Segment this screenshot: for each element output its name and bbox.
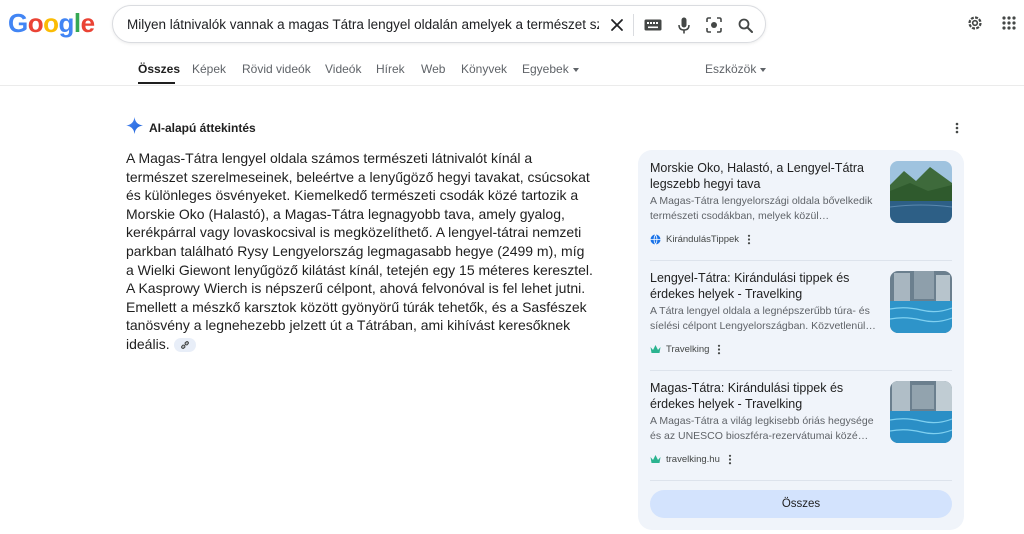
source-title[interactable]: Morskie Oko, Halastó, a Lengyel-Tátra le… [650, 160, 880, 192]
ai-overview-title: AI-alapú áttekintés [149, 121, 256, 135]
source-title[interactable]: Lengyel-Tátra: Kirándulási tippek és érd… [650, 270, 880, 302]
search-tabs: Összes Képek Rövid videók Videók Hírek W… [0, 56, 1024, 84]
tab-books[interactable]: Könyvek [461, 62, 507, 76]
close-icon[interactable] [607, 15, 627, 35]
card-divider [650, 480, 952, 481]
tabs-divider [0, 85, 1024, 86]
ai-overview-body: A Magas-Tátra lengyel oldala számos term… [126, 150, 593, 352]
logo-letter: e [80, 8, 95, 38]
source-snippet: A Magas-Tátra a világ legkisebb óriás he… [650, 415, 874, 442]
header: Google Milyen látnivalók vannak a magas … [0, 0, 1024, 50]
more-options-icon[interactable] [950, 120, 964, 136]
source-title[interactable]: Magas-Tátra: Kirándulási tippek és érdek… [650, 380, 880, 412]
logo-letter: o [27, 8, 44, 38]
source-snippet: A Tátra lengyel oldala a legnépszerűbb t… [650, 305, 876, 332]
source-snippet: A Magas-Tátra lengyelországi oldala bőve… [650, 195, 873, 222]
tools-label: Eszközök [705, 62, 757, 76]
settings-gear-icon[interactable] [964, 12, 986, 34]
google-logo[interactable]: Google [8, 8, 95, 39]
sparkle-icon [126, 117, 143, 139]
active-tab-indicator [138, 82, 175, 84]
mic-icon[interactable] [674, 15, 694, 35]
sources-panel: Morskie Oko, Halastó, a Lengyel-Tátra le… [638, 150, 964, 530]
card-divider [650, 370, 952, 371]
chevron-down-icon [572, 67, 579, 72]
source-card[interactable]: Magas-Tátra: Kirándulási tippek és érdek… [650, 380, 952, 480]
source-card[interactable]: Lengyel-Tátra: Kirándulási tippek és érd… [650, 270, 952, 370]
lens-icon[interactable] [704, 15, 724, 35]
ai-overview-header: AI-alapú áttekintés [126, 117, 256, 139]
card-divider [650, 260, 952, 261]
source-site-name: travelking.hu [666, 453, 720, 465]
search-input[interactable]: Milyen látnivalók vannak a magas Tátra l… [127, 17, 599, 32]
logo-letter: l [73, 8, 81, 38]
source-thumbnail-pool[interactable] [890, 271, 952, 333]
source-thumbnail-pool[interactable] [890, 381, 952, 443]
source-card[interactable]: Morskie Oko, Halastó, a Lengyel-Tátra le… [650, 160, 952, 260]
more-options-icon[interactable] [747, 234, 751, 245]
source-site-name: Travelking [666, 343, 710, 355]
crown-icon [650, 454, 661, 465]
source-site[interactable]: Travelking [650, 342, 721, 356]
tools-button[interactable]: Eszközök [705, 62, 767, 76]
logo-letter: o [43, 8, 59, 38]
show-all-button[interactable]: Összes [650, 490, 952, 518]
tab-more[interactable]: Egyebek [522, 62, 579, 76]
source-site-name: KirándulásTippek [666, 233, 740, 245]
tab-short-videos[interactable]: Rövid videók [242, 62, 311, 76]
search-box[interactable]: Milyen látnivalók vannak a magas Tátra l… [112, 5, 766, 43]
tab-images[interactable]: Képek [192, 62, 226, 76]
logo-letter: G [8, 8, 28, 38]
source-thumbnail-lake[interactable] [890, 161, 952, 223]
tab-more-label: Egyebek [522, 62, 569, 76]
ai-overview-text: A Magas-Tátra lengyel oldala számos term… [126, 149, 596, 354]
source-site[interactable]: travelking.hu [650, 452, 732, 466]
link-icon[interactable] [173, 338, 196, 353]
logo-letter: g [58, 8, 75, 38]
crown-icon [650, 344, 661, 355]
search-divider [633, 14, 634, 36]
chevron-down-icon [760, 67, 767, 72]
search-icon[interactable] [735, 15, 755, 35]
tab-web[interactable]: Web [421, 62, 445, 76]
tab-videos[interactable]: Videók [325, 62, 361, 76]
source-site[interactable]: KirándulásTippek [650, 232, 751, 246]
tab-all[interactable]: Összes [138, 62, 180, 76]
more-options-icon[interactable] [728, 454, 732, 465]
apps-grid-icon[interactable] [998, 12, 1020, 34]
keyboard-icon[interactable] [643, 15, 663, 35]
more-options-icon[interactable] [717, 344, 721, 355]
tab-news[interactable]: Hírek [376, 62, 405, 76]
globe-icon [650, 233, 661, 245]
